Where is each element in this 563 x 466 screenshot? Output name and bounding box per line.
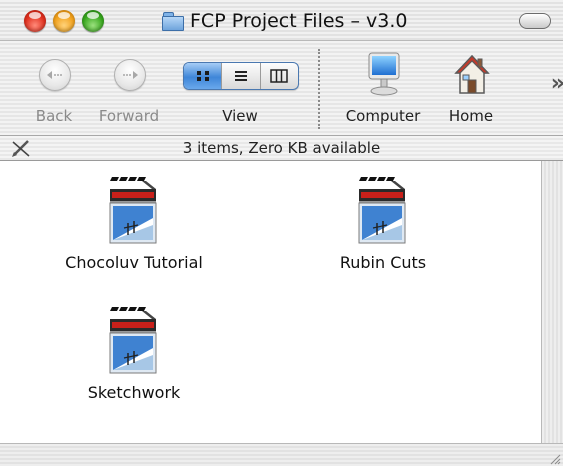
fcp-project-icon[interactable] bbox=[355, 173, 411, 251]
minimize-button[interactable] bbox=[53, 10, 75, 32]
toolbar-separator bbox=[318, 49, 320, 129]
resize-grip-icon[interactable] bbox=[547, 451, 561, 465]
computer-label: Computer bbox=[345, 107, 421, 125]
forward-button[interactable]: Forward bbox=[88, 41, 170, 135]
horizontal-scrollbar[interactable] bbox=[0, 443, 563, 466]
view-label-group: View bbox=[183, 41, 297, 135]
file-name[interactable]: Sketchwork bbox=[34, 383, 234, 402]
back-arrow-icon bbox=[39, 59, 71, 91]
toolbar: Back Forward View Computer Home » bbox=[0, 41, 563, 136]
status-bar: 3 items, Zero KB available bbox=[0, 136, 563, 161]
finder-window: FCP Project Files – v3.0 Back Forward Vi… bbox=[0, 0, 563, 466]
folder-icon[interactable] bbox=[162, 12, 184, 31]
home-icon bbox=[454, 54, 490, 94]
file-item-sketchwork[interactable]: Sketchwork bbox=[34, 303, 234, 413]
file-name[interactable]: Chocoluv Tutorial bbox=[34, 253, 234, 272]
icon-view-area[interactable]: Chocoluv Tutorial Rubin Cuts Sketchwork bbox=[0, 161, 541, 443]
forward-label: Forward bbox=[98, 107, 160, 125]
zoom-button[interactable] bbox=[82, 10, 104, 32]
file-item-chocoluv-tutorial[interactable]: Chocoluv Tutorial bbox=[34, 173, 234, 283]
close-button[interactable] bbox=[24, 10, 46, 32]
vertical-scrollbar[interactable] bbox=[541, 161, 563, 443]
computer-button[interactable]: Computer bbox=[336, 41, 430, 135]
toolbar-overflow-chevron-icon[interactable]: » bbox=[551, 71, 563, 96]
computer-icon bbox=[368, 52, 400, 96]
title-bar[interactable]: FCP Project Files – v3.0 bbox=[0, 0, 563, 41]
toolbar-toggle-button[interactable] bbox=[519, 13, 551, 29]
window-title-group: FCP Project Files – v3.0 bbox=[162, 8, 407, 34]
fcp-project-icon[interactable] bbox=[106, 303, 162, 381]
fcp-project-icon[interactable] bbox=[106, 173, 162, 251]
home-button[interactable]: Home bbox=[436, 41, 506, 135]
back-button[interactable]: Back bbox=[24, 41, 84, 135]
home-label: Home bbox=[448, 107, 494, 125]
back-label: Back bbox=[35, 107, 73, 125]
view-label: View bbox=[222, 107, 258, 125]
file-name[interactable]: Rubin Cuts bbox=[283, 253, 483, 272]
file-item-rubin-cuts[interactable]: Rubin Cuts bbox=[283, 173, 483, 283]
window-title: FCP Project Files – v3.0 bbox=[190, 10, 408, 32]
status-text: 3 items, Zero KB available bbox=[182, 139, 381, 157]
forward-arrow-icon bbox=[114, 59, 146, 91]
